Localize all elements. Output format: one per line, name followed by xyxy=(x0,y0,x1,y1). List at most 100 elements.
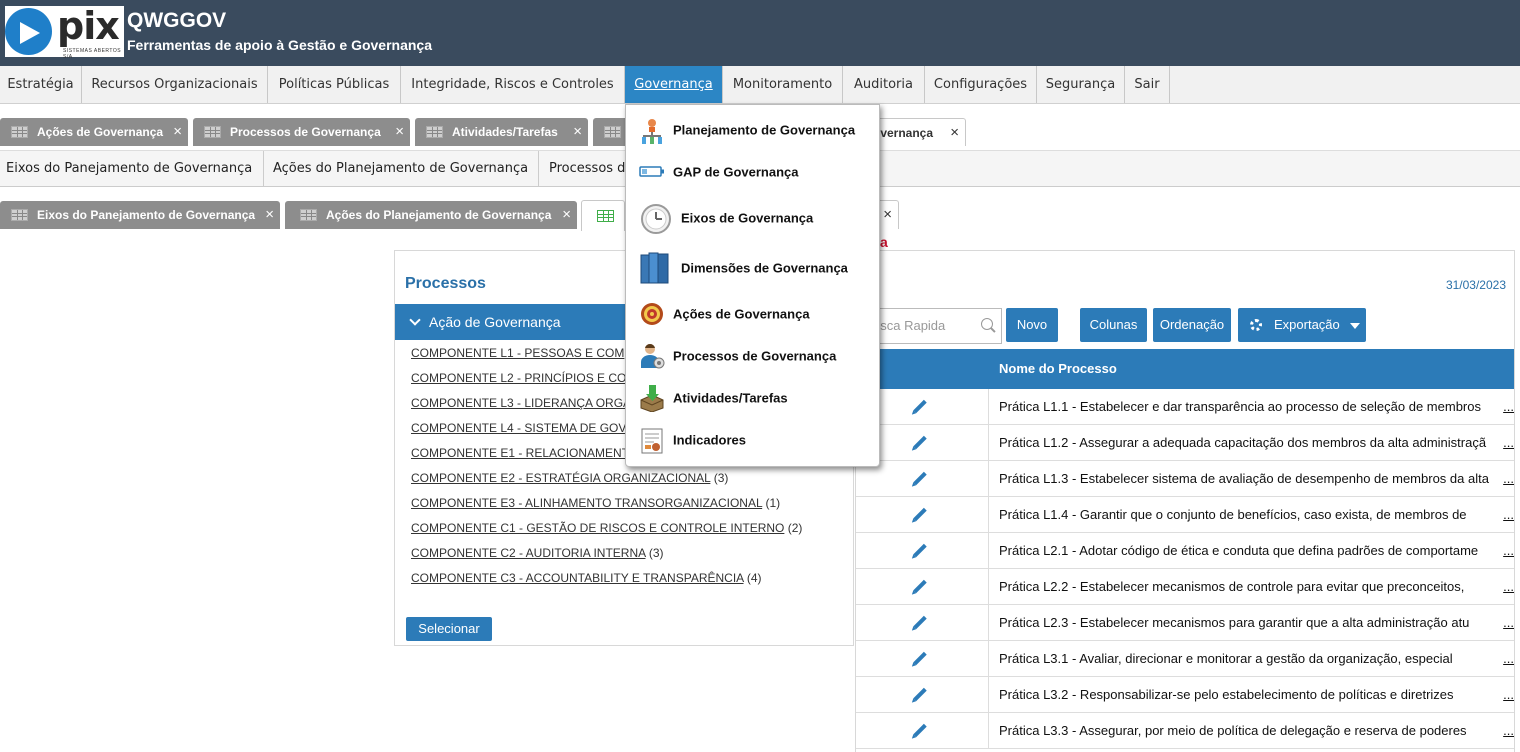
logo-wordmark: pix xyxy=(57,4,120,48)
submenu-processos[interactable]: Processos d xyxy=(539,151,625,187)
more-link[interactable]: ... xyxy=(1503,579,1514,594)
pix-logo[interactable]: pix SISTEMAS ABERTOS S/A xyxy=(5,4,124,60)
close-icon[interactable]: × xyxy=(883,201,892,229)
process-name: Prática L1.2 - Assegurar a adequada capa… xyxy=(999,435,1487,450)
component-link[interactable]: COMPONENTE C2 - AUDITORIA INTERNA (3) xyxy=(411,546,664,560)
table-row[interactable]: Prática L1.4 - Garantir que o conjunto d… xyxy=(856,497,1514,533)
component-link[interactable]: COMPONENTE C3 - ACCOUNTABILITY E TRANSPA… xyxy=(411,571,762,585)
more-link[interactable]: ... xyxy=(1503,507,1514,522)
table-row[interactable]: Prática L2.2 - Estabelecer mecanismos de… xyxy=(856,569,1514,605)
pencil-icon[interactable] xyxy=(913,651,927,666)
search-icon[interactable] xyxy=(981,318,993,330)
more-link[interactable]: ... xyxy=(1503,723,1514,738)
table-row[interactable]: Prática L1.3 - Estabelecer sistema de av… xyxy=(856,461,1514,497)
tab-label: overnança xyxy=(873,126,934,140)
menu-politicas-publicas[interactable]: Políticas Públicas xyxy=(268,66,401,103)
tab-processos-de-governanca[interactable]: Processos de Governança × xyxy=(193,118,410,146)
pencil-icon[interactable] xyxy=(913,435,927,450)
table-row[interactable]: Prática L1.2 - Assegurar a adequada capa… xyxy=(856,425,1514,461)
close-icon[interactable]: × xyxy=(950,119,959,146)
org-chart-icon xyxy=(642,119,662,144)
pencil-icon[interactable] xyxy=(913,579,927,594)
close-icon[interactable]: × xyxy=(573,118,582,146)
close-icon[interactable]: × xyxy=(173,118,182,146)
export-label: Exportação xyxy=(1274,317,1340,332)
grid-icon xyxy=(204,126,221,138)
export-dropdown-button[interactable]: Exportação xyxy=(1238,308,1366,342)
table-row[interactable]: Prática L3.2 - Responsabilizar-se pelo e… xyxy=(856,677,1514,713)
pencil-icon[interactable] xyxy=(913,471,927,486)
columns-button[interactable]: Colunas xyxy=(1080,308,1147,342)
component-link[interactable]: COMPONENTE E1 - RELACIONAMENT xyxy=(411,446,629,460)
books-icon xyxy=(640,252,669,284)
more-link[interactable]: ... xyxy=(1503,651,1514,666)
menu-integridade-riscos-controles[interactable]: Integridade, Riscos e Controles xyxy=(401,66,625,103)
table-row[interactable]: Prática L1.1 - Estabelecer e dar transpa… xyxy=(856,389,1514,425)
more-link[interactable]: ... xyxy=(1503,687,1514,702)
dropdown-item-atividades[interactable]: Atividades/Tarefas xyxy=(626,378,879,418)
grid-icon xyxy=(11,209,28,221)
more-link[interactable]: ... xyxy=(1503,471,1514,486)
table-row[interactable]: Prática L3.3 - Assegurar, por meio de po… xyxy=(856,713,1514,749)
dropdown-item-indicadores[interactable]: Indicadores xyxy=(626,420,879,460)
dropdown-item-gap[interactable]: GAP de Governança xyxy=(626,152,879,192)
close-icon[interactable]: × xyxy=(562,201,571,229)
table-row[interactable]: Prática L3.1 - Avaliar, direcionar e mon… xyxy=(856,641,1514,677)
pencil-icon[interactable] xyxy=(913,399,927,414)
dropdown-item-processos[interactable]: Processos de Governança xyxy=(626,336,879,376)
menu-estrategia[interactable]: Estratégia xyxy=(0,66,82,103)
process-name: Prática L3.3 - Assegurar, por meio de po… xyxy=(999,723,1467,738)
menu-monitoramento[interactable]: Monitoramento xyxy=(723,66,843,103)
tab-processos-active[interactable] xyxy=(581,200,625,231)
component-link[interactable]: COMPONENTE E2 - ESTRATÉGIA ORGANIZACIONA… xyxy=(411,471,728,485)
component-link[interactable]: COMPONENTE L2 - PRINCÍPIOS E CO xyxy=(411,371,626,385)
report-icon xyxy=(641,428,663,454)
table-row[interactable]: Prática L2.3 - Estabelecer mecanismos pa… xyxy=(856,605,1514,641)
pencil-icon[interactable] xyxy=(913,507,927,522)
sort-button[interactable]: Ordenação xyxy=(1153,308,1231,342)
dropdown-item-eixos[interactable]: Eixos de Governança xyxy=(626,196,879,240)
component-link[interactable]: COMPONENTE C1 - GESTÃO DE RISCOS E CONTR… xyxy=(411,521,802,535)
component-link[interactable]: COMPONENTE E3 - ALINHAMENTO TRANSORGANIZ… xyxy=(411,496,780,510)
battery-icon xyxy=(639,166,664,177)
column-header-nome-processo[interactable]: Nome do Processo xyxy=(999,361,1117,376)
pencil-icon[interactable] xyxy=(913,723,927,738)
component-link[interactable]: COMPONENTE L4 - SISTEMA DE GOV xyxy=(411,421,626,435)
submenu-acoes-planejamento[interactable]: Ações do Planejamento de Governança xyxy=(264,151,539,187)
table-row[interactable]: Prática L2.1 - Adotar código de ética e … xyxy=(856,533,1514,569)
tab-processos-active-close[interactable]: × xyxy=(879,200,899,229)
pencil-icon[interactable] xyxy=(913,543,927,558)
menu-recursos-organizacionais[interactable]: Recursos Organizacionais xyxy=(82,66,268,103)
menu-auditoria[interactable]: Auditoria xyxy=(843,66,925,103)
tab-acoes-planejamento[interactable]: Ações do Planejamento de Governança × xyxy=(285,201,577,229)
more-link[interactable]: ... xyxy=(1503,435,1514,450)
more-link[interactable]: ... xyxy=(1503,399,1514,414)
pencil-icon[interactable] xyxy=(913,615,927,630)
menu-sair[interactable]: Sair xyxy=(1125,66,1170,103)
component-count: (1) xyxy=(765,496,781,510)
tab-eixos-panejamento[interactable]: Eixos do Panejamento de Governança × xyxy=(0,201,280,229)
pencil-icon[interactable] xyxy=(913,687,927,702)
tab-label: Ações do Planejamento de Governança xyxy=(326,208,552,222)
component-link[interactable]: COMPONENTE L1 - PESSOAS E COM xyxy=(411,346,624,360)
more-link[interactable]: ... xyxy=(1503,543,1514,558)
menu-seguranca[interactable]: Segurança xyxy=(1037,66,1125,103)
grid-icon xyxy=(426,126,443,138)
grid-icon xyxy=(604,126,621,138)
dropdown-item-dimensoes[interactable]: Dimensões de Governança xyxy=(626,245,879,291)
select-button[interactable]: Selecionar xyxy=(406,617,492,641)
component-link[interactable]: COMPONENTE L3 - LIDERANÇA ORGA xyxy=(411,396,631,410)
close-icon[interactable]: × xyxy=(395,118,404,146)
menu-configuracoes[interactable]: Configurações xyxy=(925,66,1037,103)
menu-governanca[interactable]: Governança xyxy=(625,66,723,103)
dropdown-item-acoes[interactable]: Ações de Governança xyxy=(626,294,879,334)
more-link[interactable]: ... xyxy=(1503,615,1514,630)
submenu-eixos-planejamento[interactable]: Eixos do Panejamento de Governança xyxy=(0,151,264,187)
component-count: (3) xyxy=(648,546,664,560)
close-icon[interactable]: × xyxy=(265,201,274,229)
dropdown-item-planejamento[interactable]: Planejamento de Governança xyxy=(626,110,879,150)
tab-acoes-de-governanca[interactable]: Ações de Governança × xyxy=(0,118,188,146)
new-button[interactable]: Novo xyxy=(1006,308,1058,342)
tab-atividades-tarefas[interactable]: Atividades/Tarefas × xyxy=(415,118,588,146)
grid-icon xyxy=(597,210,614,222)
